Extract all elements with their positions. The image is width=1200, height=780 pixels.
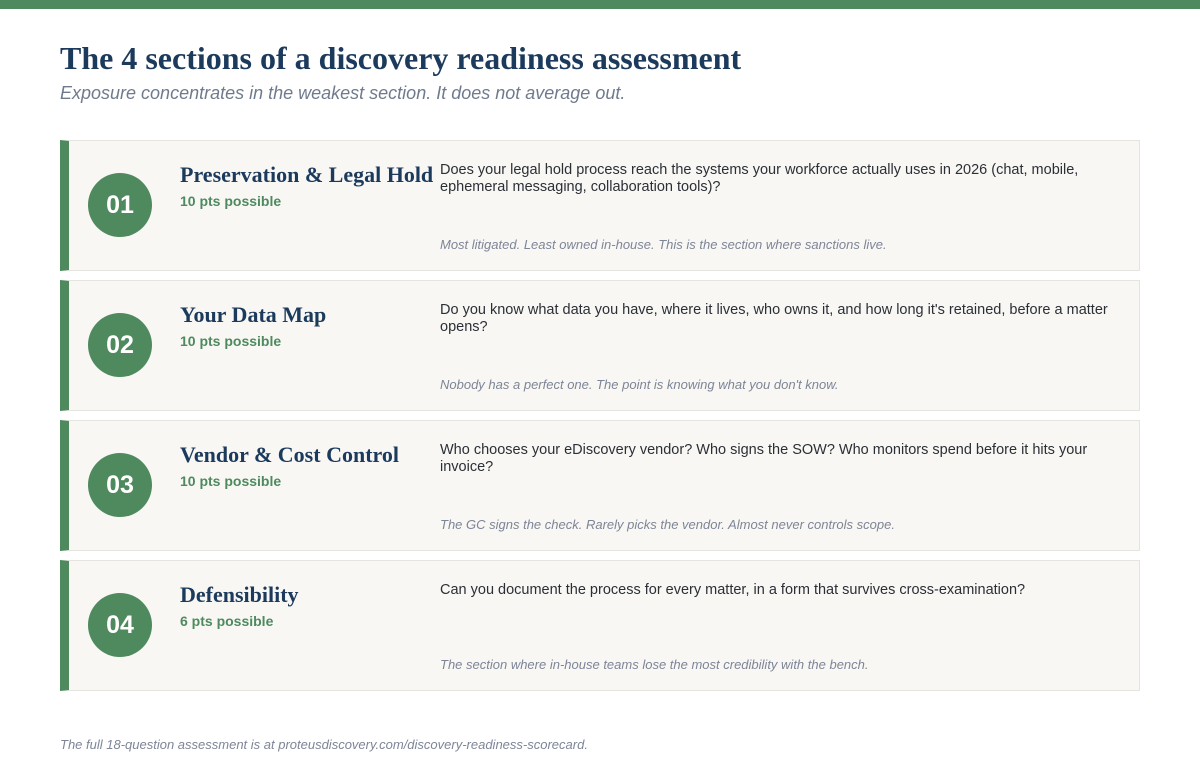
section-points: 6 pts possible [180,613,274,629]
section-card-data-map: 02 Your Data Map 10 pts possible Do you … [60,280,1140,411]
footer-note: The full 18-question assessment is at pr… [60,737,588,752]
page-subtitle: Exposure concentrates in the weakest sec… [60,83,626,103]
sections-list: 01 Preservation & Legal Hold 10 pts poss… [60,140,1140,700]
section-title: Your Data Map [180,302,327,327]
section-points: 10 pts possible [180,473,282,489]
section-title: Vendor & Cost Control [180,442,400,467]
section-card-vendor-cost: 03 Vendor & Cost Control 10 pts possible… [60,420,1140,551]
section-note: Most litigated. Least owned in-house. Th… [440,237,887,252]
page-title: The 4 sections of a discovery readiness … [60,40,742,76]
section-card-preservation: 01 Preservation & Legal Hold 10 pts poss… [60,140,1140,271]
section-title: Defensibility [180,582,299,607]
top-accent-bar [0,0,1200,9]
section-note: The section where in-house teams lose th… [440,657,869,672]
section-title: Preservation & Legal Hold [180,162,434,187]
section-question: Who chooses your eDiscovery vendor? Who … [440,442,1088,475]
section-number-badge: 02 [88,313,152,377]
section-number-badge: 04 [88,593,152,657]
section-question: Can you document the process for every m… [440,582,1026,598]
section-points: 10 pts possible [180,333,282,349]
section-note: The GC signs the check. Rarely picks the… [440,517,895,532]
section-number-badge: 03 [88,453,152,517]
section-note: Nobody has a perfect one. The point is k… [440,377,839,392]
section-question: Does your legal hold process reach the s… [440,162,1079,195]
section-points: 10 pts possible [180,193,282,209]
section-question: Do you know what data you have, where it… [440,302,1108,335]
section-number-badge: 01 [88,173,152,237]
section-card-defensibility: 04 Defensibility 6 pts possible Can you … [60,560,1140,691]
